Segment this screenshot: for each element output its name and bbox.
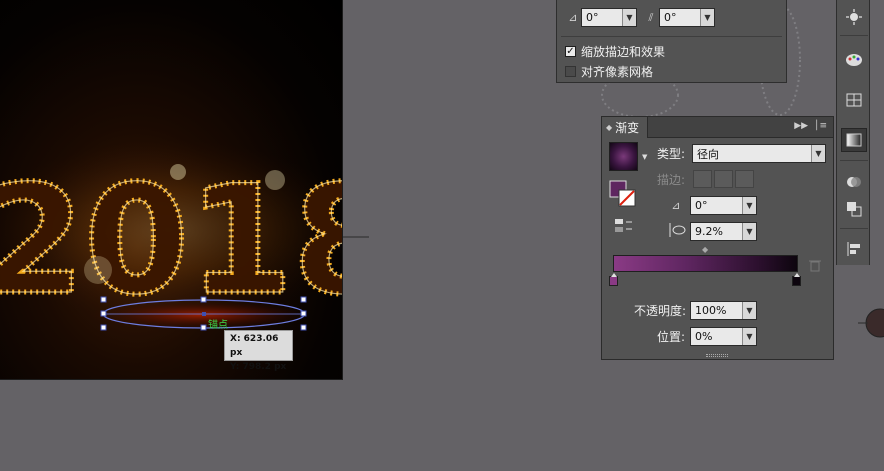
stroke-options-panel: ⊿ 0° ▼ ⫽ 0° ▼ ✓ 缩放描边和效果 对齐像素网格 <box>556 0 787 83</box>
skew-icon: ⫽ <box>648 10 654 24</box>
scale-strokes-checkbox[interactable]: ✓ <box>565 46 576 57</box>
handle-top-right[interactable] <box>300 296 307 303</box>
resize-grip[interactable] <box>706 354 728 357</box>
center-point[interactable] <box>202 312 206 316</box>
stroke-along-button[interactable] <box>714 170 733 188</box>
gradient-icon[interactable] <box>841 128 867 152</box>
tab-gradient-label: 渐变 <box>615 121 640 135</box>
chevron-down-icon[interactable]: ▼ <box>700 9 714 26</box>
grid-swatches-icon[interactable] <box>841 88 867 112</box>
fill-stroke-icon[interactable] <box>609 180 639 210</box>
sun-icon[interactable] <box>841 5 867 29</box>
align-icon[interactable] <box>841 237 867 261</box>
angle-combo-2[interactable]: 0° ▼ <box>659 8 715 27</box>
chevron-down-icon[interactable]: ▼ <box>742 302 756 319</box>
layers-icon[interactable] <box>841 197 867 221</box>
type-label: 类型: <box>657 147 686 161</box>
panel-dock-toolbar <box>836 0 870 265</box>
gradient-panel-header: ◆ 渐变 ▶▶ │≡ <box>602 117 833 138</box>
stroke-across-button[interactable] <box>735 170 754 188</box>
handle-top-center[interactable] <box>200 296 207 303</box>
aspect-ratio-icon <box>669 223 686 237</box>
location-label: 位置: <box>657 330 686 344</box>
handle-mid-right[interactable] <box>300 310 307 317</box>
coordinate-tooltip: X: 623.06 px Y: 798.2 px <box>224 330 293 372</box>
corner-angle-icon: ⊿ <box>568 11 578 24</box>
gradient-angle-field[interactable]: 0° ▼ <box>690 196 757 215</box>
stroke-label: 描边: <box>657 173 686 187</box>
edge-knob <box>858 308 884 338</box>
anchor-hint-label: 锚点 <box>208 320 228 331</box>
handle-bottom-right[interactable] <box>300 324 307 331</box>
chevron-down-icon[interactable]: ▼ <box>811 145 825 162</box>
tab-gradient[interactable]: ◆ 渐变 <box>602 117 648 138</box>
transparency-icon[interactable] <box>841 170 867 194</box>
reverse-gradient-icon[interactable] <box>614 217 634 235</box>
opacity-label: 不透明度: <box>634 304 687 318</box>
aspect-ratio-field[interactable]: 9.2% ▼ <box>690 222 757 241</box>
collapse-icon[interactable]: ▶▶ <box>794 121 808 131</box>
chevron-down-icon[interactable]: ▼ <box>742 328 756 345</box>
tooltip-x: X: 623.06 px <box>230 334 279 358</box>
art-number-outline: 2018 <box>0 154 343 328</box>
edge-mark <box>343 236 369 238</box>
scale-strokes-label: 缩放描边和效果 <box>581 45 666 59</box>
palette-icon[interactable] <box>841 48 867 72</box>
divider <box>561 36 782 37</box>
handle-bottom-center[interactable] <box>200 324 207 331</box>
align-pixel-checkbox[interactable] <box>565 66 576 77</box>
tooltip-y: Y: 798.2 px <box>230 362 287 372</box>
location-field[interactable]: 0% ▼ <box>690 327 757 346</box>
gradient-stop-end[interactable] <box>792 273 801 286</box>
angle-combo-1[interactable]: 0° ▼ <box>581 8 637 27</box>
gradient-type-select[interactable]: 径向 ▼ <box>692 144 826 163</box>
gradient-preview-swatch[interactable] <box>609 142 638 171</box>
trash-icon[interactable] <box>809 259 821 272</box>
angle-icon: ⊿ <box>671 198 681 212</box>
chevron-down-icon[interactable]: ▼ <box>642 153 647 161</box>
align-pixel-option[interactable]: 对齐像素网格 <box>565 63 653 80</box>
artwork-2018: 2018 2018 <box>0 140 343 331</box>
handle-bottom-left[interactable] <box>100 324 107 331</box>
gradient-slider[interactable] <box>613 255 798 272</box>
gradient-stop-start[interactable] <box>609 273 618 286</box>
stroke-within-button[interactable] <box>693 170 712 188</box>
handle-mid-left[interactable] <box>100 310 107 317</box>
opacity-field[interactable]: 100% ▼ <box>690 301 757 320</box>
stroke-gradient-buttons <box>693 170 754 188</box>
scale-strokes-option[interactable]: ✓ 缩放描边和效果 <box>565 43 665 60</box>
handle-top-left[interactable] <box>100 296 107 303</box>
chevron-down-icon[interactable]: ▼ <box>742 197 756 214</box>
align-pixel-label: 对齐像素网格 <box>581 65 654 79</box>
artboard-canvas[interactable]: 2018 2018 锚点 X: 623.06 px Y: 798.2 px <box>0 0 343 380</box>
midpoint-diamond-icon[interactable]: ◆ <box>702 245 708 254</box>
panel-menu-icon[interactable]: │≡ <box>814 121 827 131</box>
chevron-down-icon[interactable]: ▼ <box>742 223 756 240</box>
updown-icon: ◆ <box>606 123 613 132</box>
chevron-down-icon[interactable]: ▼ <box>622 9 636 26</box>
